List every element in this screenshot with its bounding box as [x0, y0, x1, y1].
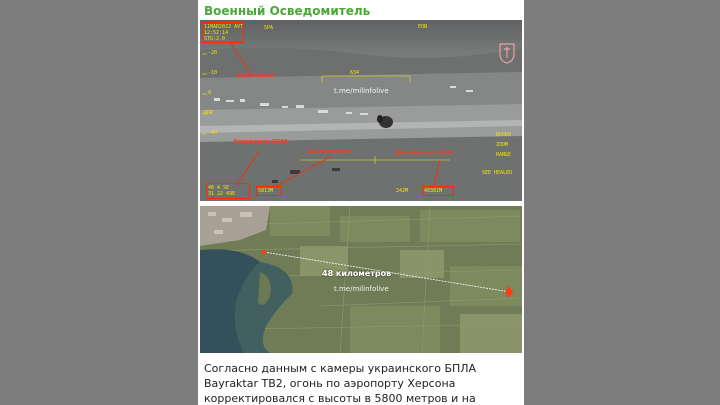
satellite-map-image [200, 206, 522, 353]
osd-mode: SPA [264, 25, 274, 31]
datetime-highlight-box [202, 22, 244, 43]
frame-watermark: t.me/milinfolive [334, 87, 389, 95]
osd-left-scale-1: -20 [208, 50, 218, 56]
osd-left-scale-3: 0 [208, 90, 212, 96]
channel-name[interactable]: Военный Осведомитель [204, 4, 370, 18]
osd-left-scale-4: -40 [208, 130, 218, 136]
osd-right-2: ZOOM [496, 142, 509, 148]
coords-highlight-box [206, 183, 250, 199]
annotation-altitude: Высота полета [308, 149, 351, 155]
altitude-highlight-box [256, 186, 282, 196]
drone-camera-frame[interactable]: 11MAR2022 AVT 12:52:14 STG:2.0 SPA EON 6… [200, 20, 522, 201]
annotation-coordinates: Координаты БПЛА [234, 139, 289, 145]
osd-heading: 634 [350, 70, 360, 76]
osd-left-scale-2: -10 [208, 70, 218, 76]
channel-shield-logo-icon [499, 43, 515, 64]
telegram-post: Военный Осведомитель 11MAR2022 AVT 12:52… [198, 0, 524, 405]
map-watermark: t.me/milinfolive [334, 285, 389, 293]
osd-top-right: EON [418, 24, 428, 30]
distance-label: 48 километров [322, 269, 392, 278]
annotation-distance: Дистанция до цели [396, 150, 453, 156]
osd-right-1: RUSKO [496, 132, 512, 138]
distance-highlight-box [422, 186, 454, 196]
osd-right-4: SEE HEALED [482, 170, 513, 176]
post-caption: Согласно данным с камеры украинского БПЛ… [204, 362, 477, 405]
satellite-map[interactable]: 48 километров t.me/milinfolive [200, 206, 522, 353]
osd-right-3: RANGE [496, 152, 512, 158]
osd-left-rdr: RDR [204, 110, 214, 116]
annotation-datetime: Дата и время [236, 73, 275, 79]
osd-range: 242M [396, 188, 409, 194]
drone-footage-image [200, 20, 522, 201]
